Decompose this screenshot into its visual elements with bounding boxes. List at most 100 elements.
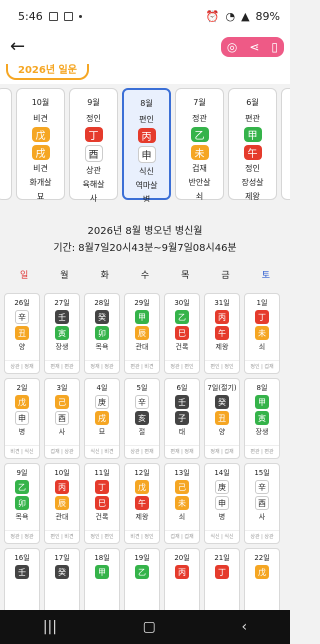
day-stem-chip: 壬 — [175, 395, 189, 409]
day-number: 28일 — [94, 299, 110, 307]
month-card-partial[interactable] — [0, 88, 12, 200]
home-icon[interactable]: ▢ — [143, 619, 156, 635]
day-number: 22일 — [254, 554, 270, 562]
status-bar: 5:46 ⏰ ◔ ▲ 89% — [0, 0, 290, 32]
day-number: 30일 — [174, 299, 190, 307]
day-unseong: 쇠 — [178, 513, 186, 521]
day-branch-chip: 申 — [215, 496, 229, 510]
weekday-label: 수 — [140, 271, 150, 281]
day-number: 5일 — [136, 384, 148, 392]
day-cell[interactable]: 27일 壬寅 장생 편재 | 편관 — [44, 293, 80, 374]
day-sipseong: 식신 | 비견 — [85, 445, 119, 455]
day-cell[interactable]: 13일 己未 쇠 겁재 | 겁재 — [164, 463, 200, 544]
day-cell[interactable]: 4일 庚戌 묘 식신 | 비견 — [84, 378, 120, 459]
day-number: 3일 — [56, 384, 68, 392]
day-stem-chip: 丁 — [95, 480, 109, 494]
day-cell[interactable]: 5일 辛亥 절 상관 | 편재 — [124, 378, 160, 459]
month-card[interactable]: 8월 편인 丙申 식신 역마살 병 — [122, 88, 171, 202]
weekday-label: 일 — [20, 271, 29, 281]
day-number: 26일 — [14, 299, 30, 307]
day-number: 29일 — [134, 299, 150, 307]
branch-chip: 戌 — [31, 145, 50, 160]
month-card-partial[interactable] — [281, 88, 290, 200]
month-sal: 화개살 — [29, 178, 52, 187]
weekday-label: 월 — [60, 271, 69, 281]
month-unseong: 사 — [89, 194, 98, 202]
recents-icon[interactable]: ||| — [43, 619, 57, 635]
month-card[interactable]: 10월 비견 戊戌 비견 화개살 묘 — [16, 88, 65, 201]
day-number: 16일 — [14, 554, 30, 562]
month-card[interactable]: 9월 정인 丁酉 상관 육해살 사 — [69, 88, 118, 202]
day-cell[interactable]: 9일 乙卯 목욕 정관 | 정관 — [4, 463, 40, 544]
share-icon[interactable]: ⋖ — [249, 40, 259, 54]
day-branch-chip: 卯 — [15, 496, 29, 510]
day-branch-chip: 辰 — [135, 326, 149, 340]
day-cell[interactable]: 3일 己酉 사 겁재 | 상관 — [44, 378, 80, 459]
day-stem-chip: 丙 — [55, 480, 69, 494]
day-stem-chip: 癸 — [55, 565, 69, 579]
day-unseong: 사 — [58, 428, 66, 436]
day-cell[interactable]: 30일 乙巳 건록 정관 | 편인 — [164, 293, 200, 374]
day-unseong: 관대 — [55, 513, 69, 521]
month-card[interactable]: 7월 정관 乙未 겁재 반안살 쇠 — [175, 88, 224, 201]
day-sipseong: 정재 | 겁재 — [205, 445, 239, 455]
day-number: 6일 — [176, 384, 188, 392]
month-unseong: 병 — [142, 195, 151, 202]
day-cell[interactable]: 31일 丙午 제왕 편인 | 정인 — [204, 293, 240, 374]
instagram-icon[interactable]: ◎ — [227, 40, 237, 54]
day-cell[interactable]: 12일 戊午 제왕 비견 | 정인 — [124, 463, 160, 544]
day-unseong: 장생 — [55, 343, 69, 351]
day-branch-chip: 酉 — [55, 411, 69, 425]
back-arrow-icon[interactable]: ← — [10, 38, 25, 56]
day-number: 20일 — [174, 554, 190, 562]
day-sipseong: 상관 | 편재 — [125, 445, 159, 455]
day-branch-chip: 酉 — [255, 496, 269, 510]
day-cell[interactable]: 14일 庚申 병 식신 | 식신 — [204, 463, 240, 544]
month-unseong: 묘 — [36, 192, 45, 201]
day-sipseong: 편인 | 비견 — [45, 530, 79, 540]
day-cell[interactable]: 10일 丙辰 관대 편인 | 비견 — [44, 463, 80, 544]
day-cell[interactable]: 26일 辛丑 양 상관 | 정재 — [4, 293, 40, 374]
day-number: 18일 — [94, 554, 110, 562]
day-stem-chip: 戊 — [135, 480, 149, 494]
day-number: 11일 — [94, 469, 110, 477]
day-stem-chip: 甲 — [95, 565, 109, 579]
day-cell[interactable]: 7일(절기) 癸丑 양 정재 | 겁재 — [204, 378, 240, 459]
day-cell[interactable]: 8일 甲寅 장생 편관 | 편관 — [244, 378, 280, 459]
section-chip[interactable]: 2026년 일운 — [6, 64, 89, 80]
month-sal: 육해살 — [82, 180, 105, 189]
day-sipseong: 겁재 | 겁재 — [165, 530, 199, 540]
back-nav-icon[interactable]: ‹ — [242, 619, 248, 635]
day-sipseong: 편재 | 정재 — [165, 445, 199, 455]
day-sipseong: 편관 | 비견 — [125, 360, 159, 370]
notification-icon — [63, 11, 73, 21]
battery-text: 89% — [255, 9, 280, 23]
day-stem-chip: 丙 — [175, 565, 189, 579]
day-number: 7일(절기) — [207, 384, 237, 392]
dot-icon — [78, 14, 82, 18]
wifi-icon: ◔ — [225, 9, 236, 23]
day-unseong: 관대 — [135, 343, 149, 351]
day-branch-chip: 卯 — [95, 326, 109, 340]
day-cell[interactable]: 11일 丁巳 건록 정인 | 편인 — [84, 463, 120, 544]
phone-icon[interactable]: ▯ — [271, 40, 278, 54]
day-number: 12일 — [134, 469, 150, 477]
day-branch-chip: 寅 — [55, 326, 69, 340]
branch-chip: 未 — [190, 145, 209, 160]
day-cell[interactable]: 28일 癸卯 목욕 정재 | 정관 — [84, 293, 120, 374]
day-sipseong: 편인 | 정인 — [205, 360, 239, 370]
day-branch-chip: 巳 — [175, 326, 189, 340]
weekday-label: 금 — [221, 271, 230, 281]
day-stem-chip: 戊 — [15, 395, 29, 409]
day-branch-chip: 丑 — [215, 411, 229, 425]
day-cell[interactable]: 15일 辛酉 사 상관 | 상관 — [244, 463, 280, 544]
weekday-header: 일월화수목금토 — [0, 268, 290, 281]
month-card[interactable]: 6월 편관 甲午 정인 장성살 제왕 — [228, 88, 277, 201]
day-cell[interactable]: 1일 丁未 쇠 정인 | 겁재 — [244, 293, 280, 374]
day-cell[interactable]: 29일 甲辰 관대 편관 | 비견 — [124, 293, 160, 374]
day-stem-chip: 壬 — [15, 565, 29, 579]
month-number: 6월 — [246, 98, 259, 107]
day-cell[interactable]: 6일 壬子 태 편재 | 정재 — [164, 378, 200, 459]
branch-chip: 午 — [243, 145, 262, 160]
day-cell[interactable]: 2일 戊申 병 비견 | 식신 — [4, 378, 40, 459]
